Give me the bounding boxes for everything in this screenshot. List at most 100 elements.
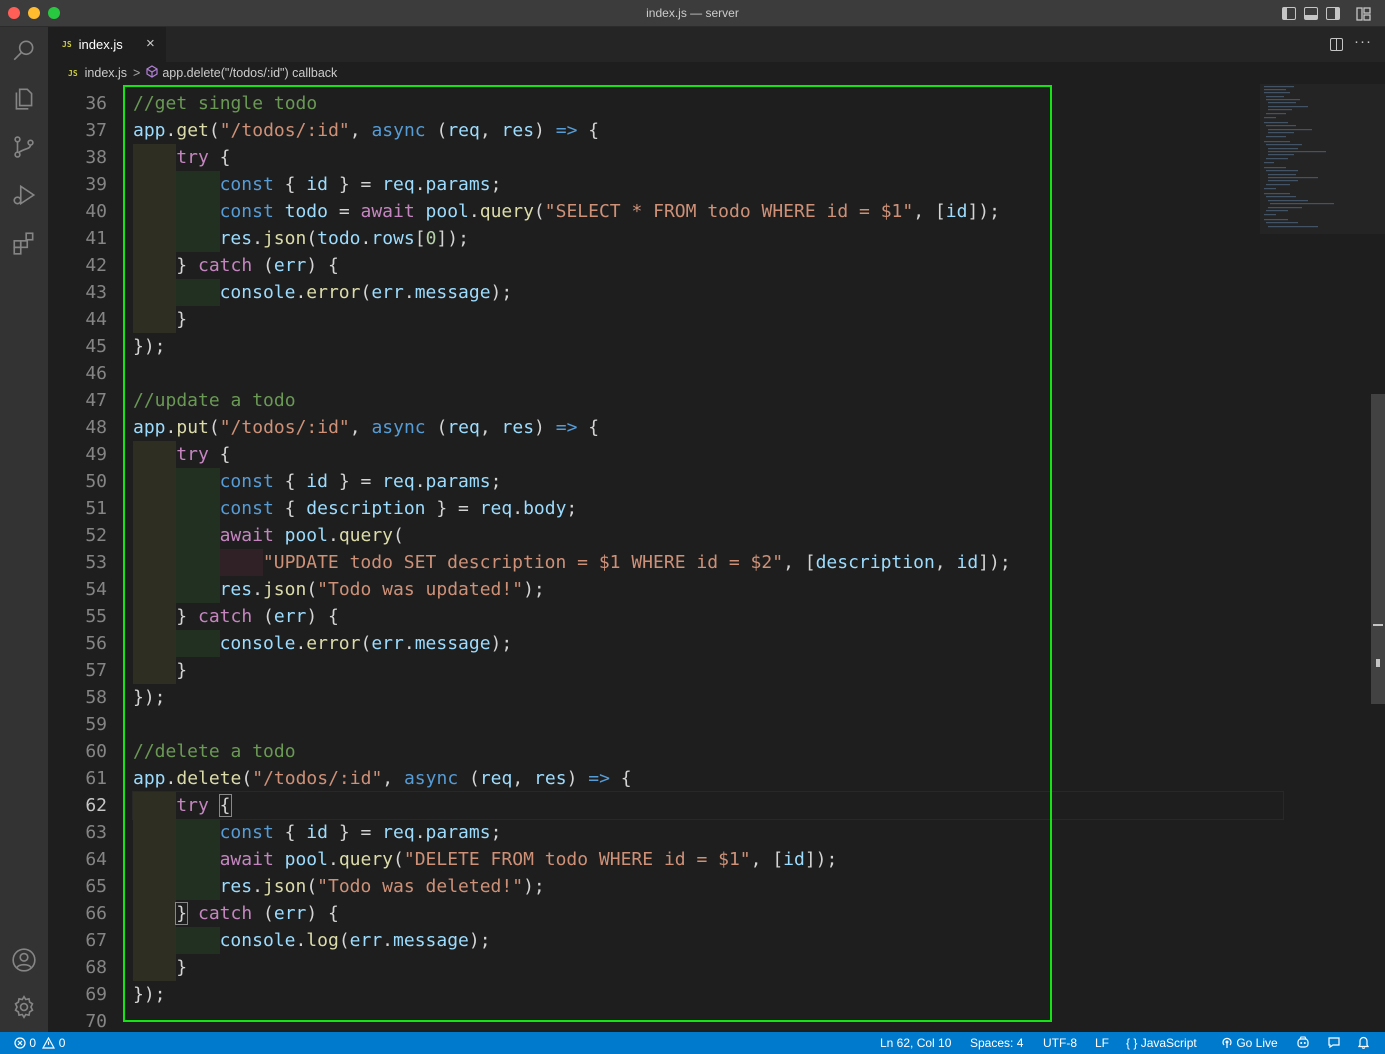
line-number[interactable]: 42: [48, 252, 108, 279]
line-number[interactable]: 39: [48, 171, 108, 198]
code-line[interactable]: }: [133, 657, 1283, 684]
line-number[interactable]: 43: [48, 279, 108, 306]
line-number[interactable]: 65: [48, 873, 108, 900]
line-number[interactable]: 61: [48, 765, 108, 792]
feedback-icon[interactable]: [1327, 1035, 1341, 1052]
line-number[interactable]: 49: [48, 441, 108, 468]
notifications-bell-icon[interactable]: [1357, 1035, 1370, 1052]
line-number[interactable]: 60: [48, 738, 108, 765]
close-icon[interactable]: ×: [146, 36, 155, 52]
code-line[interactable]: res.json("Todo was deleted!");: [133, 873, 1283, 900]
line-number[interactable]: 57: [48, 657, 108, 684]
line-number[interactable]: 46: [48, 360, 108, 387]
code-line[interactable]: } catch (err) {: [133, 900, 1283, 927]
problems-indicator[interactable]: 0 0: [14, 1036, 65, 1050]
line-number[interactable]: 41: [48, 225, 108, 252]
line-number[interactable]: 63: [48, 819, 108, 846]
code-editor[interactable]: 36 37 38 39 40 41 42 43 44 45 46 47 48 49 50 51 52 53 54 55…: [48, 84, 1385, 1032]
code-line[interactable]: const { description } = req.body;: [133, 495, 1283, 522]
line-number[interactable]: 37: [48, 117, 108, 144]
line-number[interactable]: 68: [48, 954, 108, 981]
breadcrumb-file[interactable]: index.js: [85, 66, 127, 80]
line-number[interactable]: 66: [48, 900, 108, 927]
code-line[interactable]: [133, 711, 1283, 738]
settings-gear-icon[interactable]: [0, 983, 48, 1031]
line-number[interactable]: 44: [48, 306, 108, 333]
toggle-secondary-sidebar-icon[interactable]: [1326, 7, 1340, 20]
code-line[interactable]: await pool.query("DELETE FROM todo WHERE…: [133, 846, 1283, 873]
line-number[interactable]: 67: [48, 927, 108, 954]
code-lines[interactable]: //get single todo app.get("/todos/:id", …: [132, 90, 1284, 1032]
line-number[interactable]: 59: [48, 711, 108, 738]
code-line[interactable]: });: [133, 333, 1283, 360]
line-number[interactable]: 62: [48, 792, 108, 819]
split-editor-icon[interactable]: [1330, 38, 1343, 51]
line-number[interactable]: 40: [48, 198, 108, 225]
code-line[interactable]: res.json("Todo was updated!");: [133, 576, 1283, 603]
code-line[interactable]: try {: [133, 441, 1283, 468]
toggle-primary-sidebar-icon[interactable]: [1282, 7, 1296, 20]
code-line[interactable]: try {: [133, 144, 1283, 171]
accounts-icon[interactable]: [0, 936, 48, 984]
line-number[interactable]: 45: [48, 333, 108, 360]
vertical-scrollbar[interactable]: [1371, 394, 1385, 704]
extensions-icon[interactable]: [0, 219, 48, 267]
line-number[interactable]: 58: [48, 684, 108, 711]
source-control-icon[interactable]: [0, 123, 48, 171]
customize-layout-icon[interactable]: [1356, 7, 1371, 21]
search-icon[interactable]: [0, 27, 48, 75]
toggle-panel-icon[interactable]: [1304, 7, 1318, 20]
end-of-line[interactable]: LF: [1095, 1036, 1109, 1050]
code-line[interactable]: } catch (err) {: [133, 603, 1283, 630]
line-number[interactable]: 55: [48, 603, 108, 630]
code-line[interactable]: app.delete("/todos/:id", async (req, res…: [133, 765, 1283, 792]
language-mode[interactable]: { } JavaScript: [1126, 1036, 1197, 1050]
encoding[interactable]: UTF-8: [1043, 1036, 1077, 1050]
code-line[interactable]: app.get("/todos/:id", async (req, res) =…: [133, 117, 1283, 144]
line-number[interactable]: 50: [48, 468, 108, 495]
breadcrumb-symbol[interactable]: app.delete("/todos/:id") callback: [162, 66, 337, 80]
explorer-icon[interactable]: [0, 75, 48, 123]
line-number[interactable]: 48: [48, 414, 108, 441]
code-line[interactable]: } catch (err) {: [133, 252, 1283, 279]
minimap[interactable]: [1260, 84, 1372, 244]
copilot-icon[interactable]: [1296, 1035, 1310, 1052]
code-line[interactable]: await pool.query(: [133, 522, 1283, 549]
line-number[interactable]: 36: [48, 90, 108, 117]
code-line[interactable]: }: [133, 954, 1283, 981]
code-line[interactable]: const { id } = req.params;: [133, 819, 1283, 846]
line-number[interactable]: 47: [48, 387, 108, 414]
line-number[interactable]: 52: [48, 522, 108, 549]
more-actions-icon[interactable]: ···: [1354, 33, 1372, 50]
code-line[interactable]: });: [133, 981, 1283, 1008]
code-line-current[interactable]: try {: [132, 791, 1284, 820]
code-line[interactable]: const todo = await pool.query("SELECT * …: [133, 198, 1283, 225]
code-line[interactable]: [133, 360, 1283, 387]
code-line[interactable]: //delete a todo: [133, 738, 1283, 765]
code-line[interactable]: console.error(err.message);: [133, 630, 1283, 657]
code-line[interactable]: //update a todo: [133, 387, 1283, 414]
line-number[interactable]: 54: [48, 576, 108, 603]
line-number[interactable]: 70: [48, 1008, 108, 1032]
code-line[interactable]: //get single todo: [133, 90, 1283, 117]
line-number[interactable]: 53: [48, 549, 108, 576]
code-line[interactable]: res.json(todo.rows[0]);: [133, 225, 1283, 252]
indentation[interactable]: Spaces: 4: [970, 1036, 1023, 1050]
line-number[interactable]: 64: [48, 846, 108, 873]
cursor-position[interactable]: Ln 62, Col 10: [880, 1036, 951, 1050]
line-number[interactable]: 38: [48, 144, 108, 171]
code-line[interactable]: }: [133, 306, 1283, 333]
code-line[interactable]: console.error(err.message);: [133, 279, 1283, 306]
code-line[interactable]: const { id } = req.params;: [133, 468, 1283, 495]
go-live-button[interactable]: Go Live: [1221, 1036, 1278, 1050]
line-number[interactable]: 56: [48, 630, 108, 657]
code-line[interactable]: app.put("/todos/:id", async (req, res) =…: [133, 414, 1283, 441]
code-line[interactable]: });: [133, 684, 1283, 711]
line-number[interactable]: 51: [48, 495, 108, 522]
code-line[interactable]: console.log(err.message);: [133, 927, 1283, 954]
code-line[interactable]: "UPDATE todo SET description = $1 WHERE …: [133, 549, 1283, 576]
line-number[interactable]: 69: [48, 981, 108, 1008]
run-debug-icon[interactable]: [0, 171, 48, 219]
code-line[interactable]: const { id } = req.params;: [133, 171, 1283, 198]
tab-index-js[interactable]: JS index.js ×: [48, 27, 166, 62]
